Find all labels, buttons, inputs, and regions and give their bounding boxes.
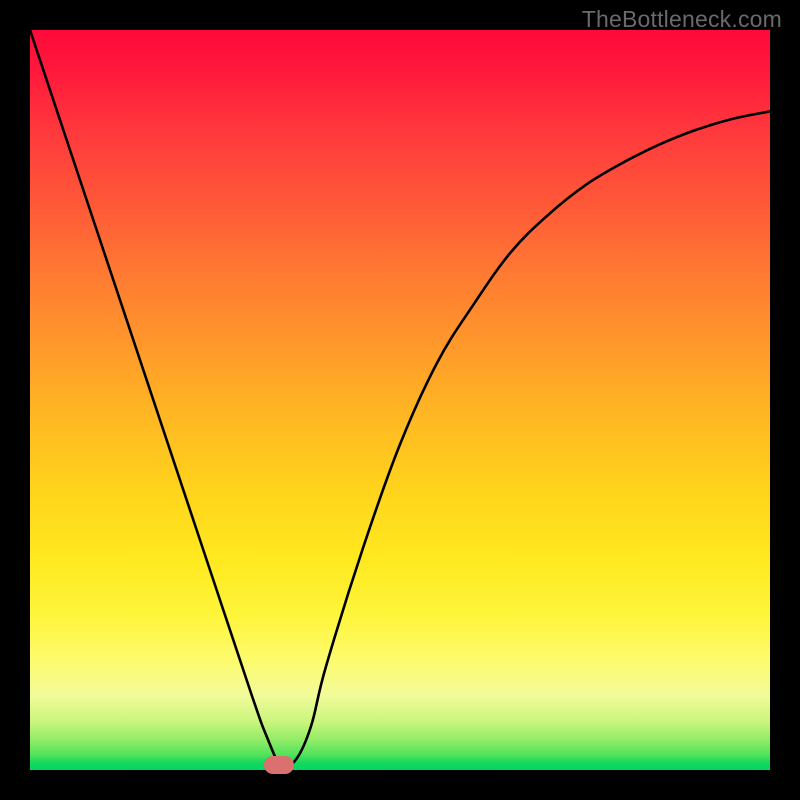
curve-layer (30, 30, 770, 770)
watermark-text: TheBottleneck.com (582, 6, 782, 33)
optimum-marker (264, 756, 294, 774)
plot-area (30, 30, 770, 770)
chart-frame: TheBottleneck.com (0, 0, 800, 800)
bottleneck-curve-path (30, 30, 770, 768)
